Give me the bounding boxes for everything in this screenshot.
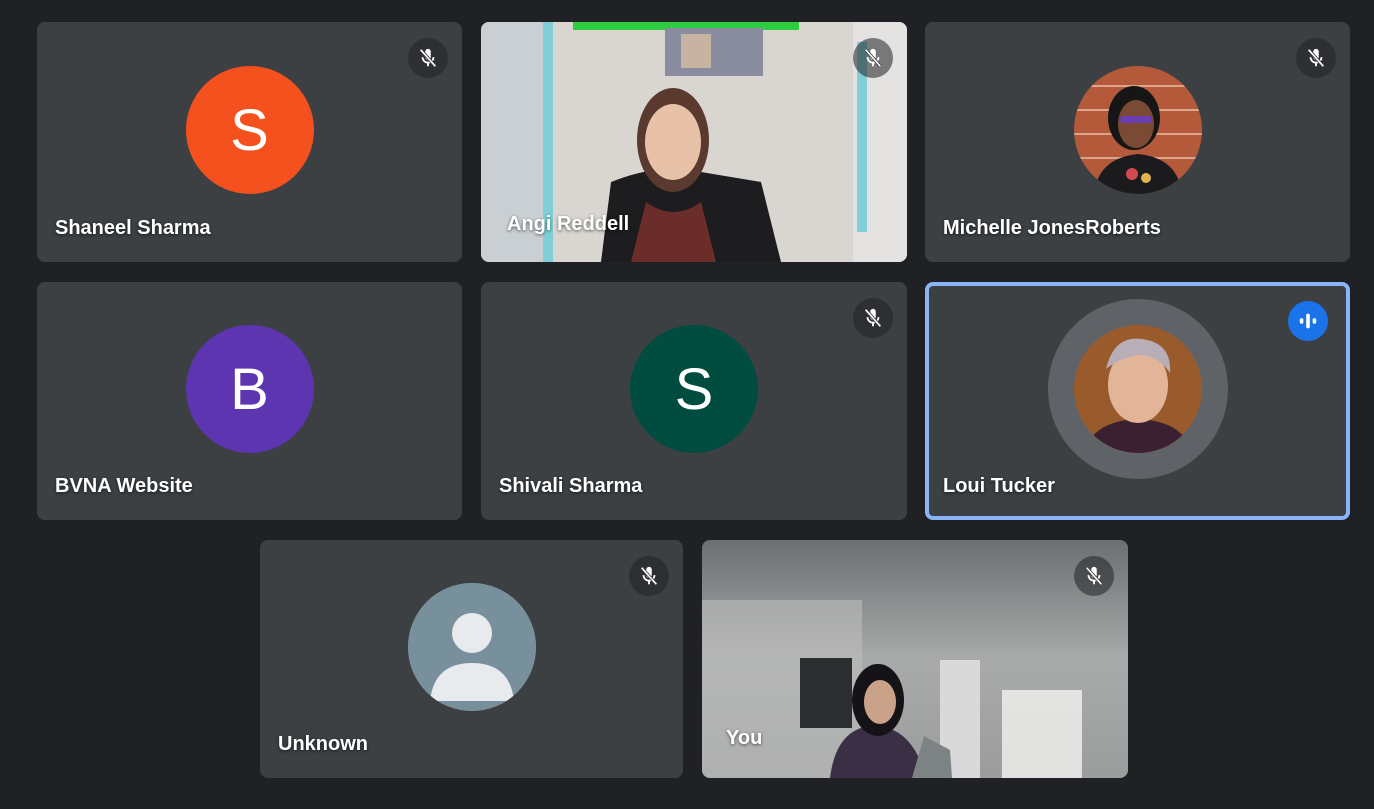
participant-name: You: [726, 727, 763, 749]
participant-tile-angi-reddell[interactable]: Angi Reddell: [481, 22, 907, 262]
participant-tile-unknown[interactable]: Unknown: [260, 540, 683, 778]
participant-tile-shivali-sharma[interactable]: S Shivali Sharma: [481, 282, 907, 520]
mic-off-icon: [853, 298, 893, 338]
participant-tile-you[interactable]: You: [702, 540, 1128, 778]
participant-tile-michelle-jonesroberts[interactable]: Michelle JonesRoberts: [925, 22, 1350, 262]
mic-off-icon: [1074, 556, 1114, 596]
participant-tile-shaneel-sharma[interactable]: S Shaneel Sharma: [37, 22, 462, 262]
avatar: S: [185, 66, 314, 194]
participant-name: Shivali Sharma: [499, 475, 643, 497]
audio-level-icon: [1288, 301, 1328, 341]
avatar: [1073, 325, 1202, 453]
participant-name: Angi Reddell: [507, 213, 630, 235]
avatar: S: [630, 325, 758, 453]
participant-name: Unknown: [278, 733, 368, 755]
mic-off-icon: [1296, 38, 1336, 78]
video-feed: [702, 540, 1128, 778]
participant-name: Shaneel Sharma: [55, 217, 211, 239]
participant-tile-bvna-website[interactable]: B BVNA Website: [37, 282, 462, 520]
participant-tile-loui-tucker[interactable]: Loui Tucker: [925, 282, 1350, 520]
participant-name: Loui Tucker: [943, 475, 1055, 497]
avatar: B: [185, 325, 314, 453]
mic-off-icon: [629, 556, 669, 596]
mic-off-icon: [853, 38, 893, 78]
avatar: [1073, 66, 1202, 194]
person-icon: [407, 583, 536, 711]
participant-name: BVNA Website: [55, 475, 193, 497]
mic-off-icon: [408, 38, 448, 78]
participant-name: Michelle JonesRoberts: [943, 217, 1161, 239]
